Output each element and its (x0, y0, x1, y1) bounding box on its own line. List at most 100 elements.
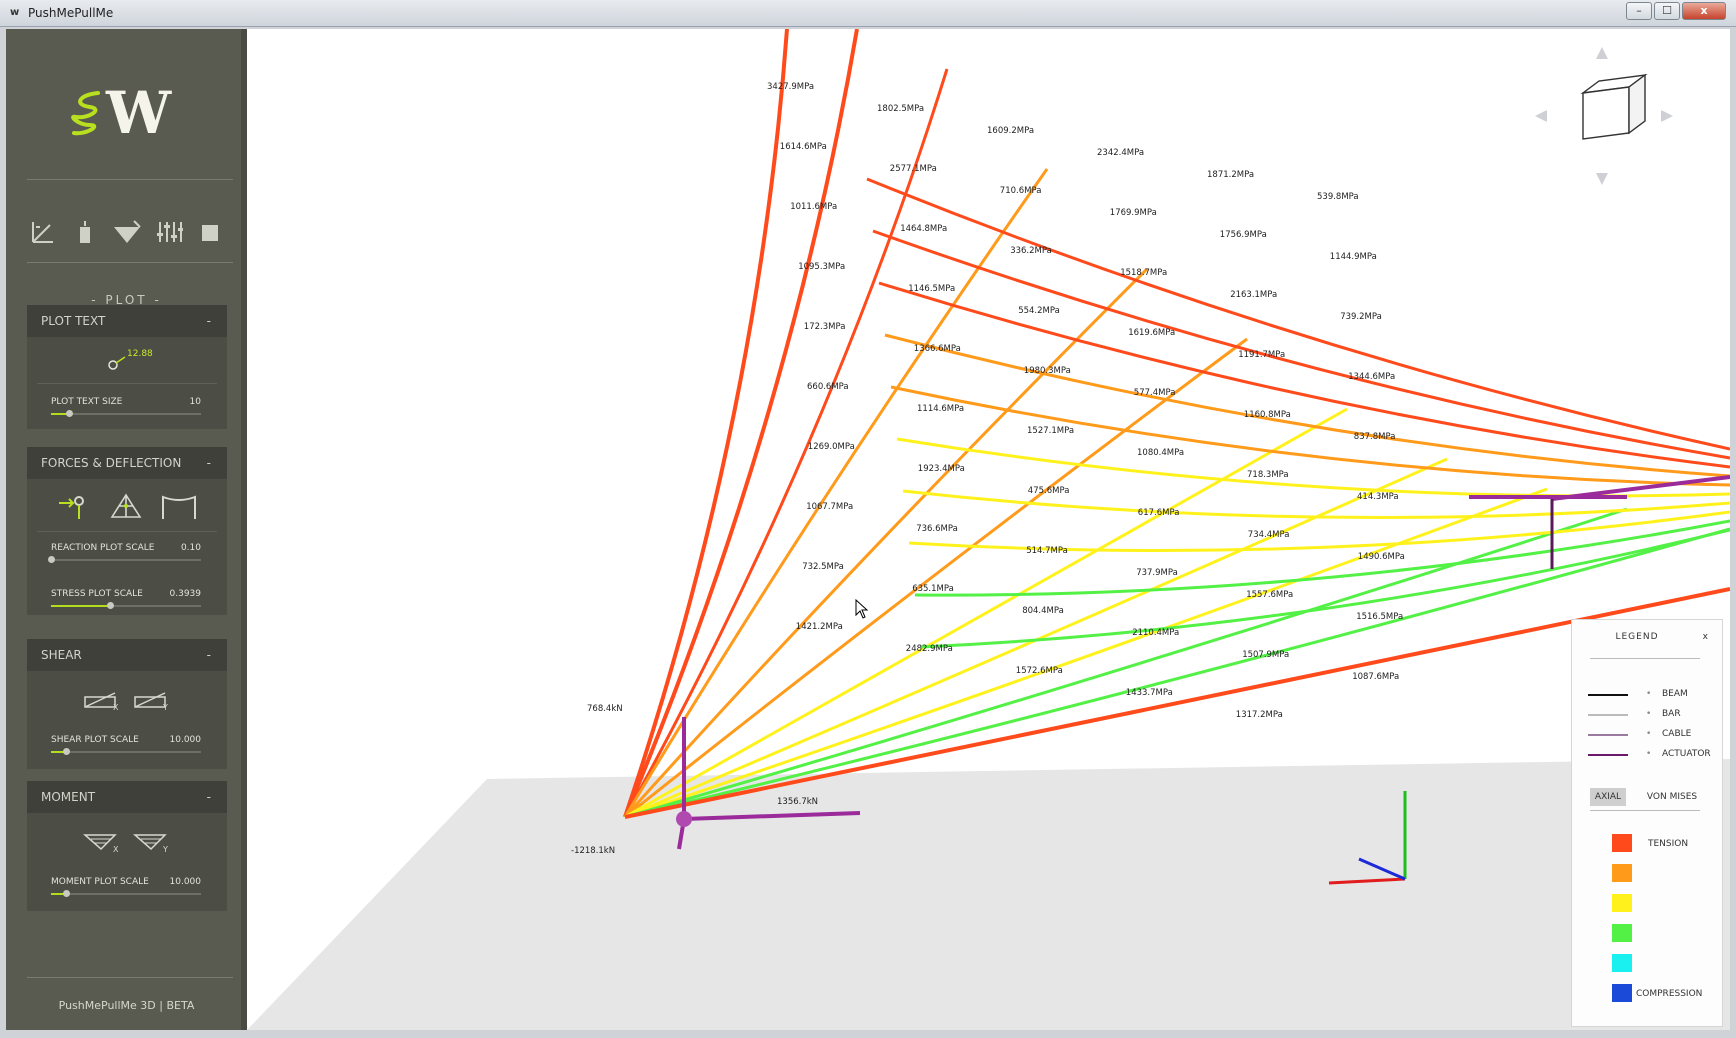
ground-plane (247, 759, 1730, 1030)
cable-member (623, 29, 789, 818)
nav-up-icon (1596, 47, 1608, 59)
stress-label: 172.3MPa (804, 322, 846, 332)
stress-label: 2110.4MPa (1132, 628, 1179, 638)
slider-knob[interactable] (48, 556, 55, 563)
stress-label: 1095.3MPa (798, 262, 845, 272)
stress-label: 1114.6MPa (917, 404, 964, 414)
legend-bullet: • (1646, 749, 1652, 759)
maximize-button[interactable]: ☐ (1654, 2, 1680, 20)
export-icon[interactable] (194, 219, 228, 253)
stress-label: 1490.6MPa (1358, 552, 1405, 562)
nav-right-icon (1661, 110, 1673, 122)
slider-label: PLOT TEXT SIZE (51, 397, 123, 407)
moment-y-icon[interactable]: Y (133, 831, 169, 859)
collapse-button[interactable]: - (207, 781, 211, 813)
stress-label: 635.1MPa (912, 584, 954, 594)
cable-member (624, 457, 1448, 819)
divider (37, 531, 217, 532)
shear-panel: SHEAR - X Y SHEAR PLOT SCALE 10.000 (27, 639, 227, 769)
minimize-button[interactable]: – (1626, 2, 1652, 20)
stress-label: 1080.4MPa (1137, 448, 1184, 458)
legend-bullet: • (1646, 729, 1652, 739)
slider-track[interactable] (51, 602, 201, 609)
stress-label: 514.7MPa (1026, 546, 1068, 556)
collapse-button[interactable]: - (207, 639, 211, 671)
stress-label: 1871.2MPa (1207, 170, 1254, 180)
reaction-icon[interactable] (57, 491, 91, 525)
stress-label: 3427.9MPa (767, 82, 814, 92)
legend-bullet: • (1646, 689, 1652, 699)
slider-knob[interactable] (63, 748, 70, 755)
slider-knob[interactable] (106, 602, 114, 609)
panel-title: PLOT TEXT (41, 314, 106, 328)
stress-label: 837.8MPa (1354, 432, 1396, 442)
forces-panel: FORCES & DEFLECTION - REACTION PLOT SCAL… (27, 447, 227, 615)
slider-knob[interactable] (66, 410, 73, 417)
structure-plot[interactable]: 3427.9MPa 1802.5MPa 1609.2MPa 2342.4MPa 1871… (247, 29, 1730, 1030)
tab-axial[interactable]: AXIAL (1590, 788, 1626, 806)
legend-label-cable: CABLE (1662, 729, 1692, 739)
axis-sub: Y (163, 845, 168, 854)
support-icon[interactable] (110, 219, 144, 253)
deflection-icon[interactable] (159, 491, 199, 525)
app-logo: W (68, 81, 188, 161)
stress-label: 739.2MPa (1340, 312, 1382, 322)
frame-icon[interactable] (26, 219, 60, 253)
collapse-button[interactable]: - (207, 447, 211, 479)
moment-x-icon[interactable]: X (83, 831, 119, 859)
legend-line-actuator (1588, 754, 1628, 756)
shear-x-icon[interactable]: X (83, 687, 119, 717)
stress-label: 1366.6MPa (914, 344, 961, 354)
slider-track[interactable] (51, 890, 201, 897)
toolbar (22, 219, 232, 255)
stress-label: 1619.6MPa (1128, 328, 1175, 338)
stress-label: 1923.4MPa (918, 464, 965, 474)
close-button[interactable]: x (1682, 2, 1726, 20)
shear-y-icon[interactable]: Y (133, 687, 169, 717)
stress-label: 1557.6MPa (1246, 590, 1293, 600)
slider-track[interactable] (51, 748, 201, 755)
app-icon: w (10, 7, 20, 18)
text-size-dial[interactable]: 12.88 (107, 349, 167, 373)
sliders-icon[interactable] (152, 219, 186, 253)
stress-label: 2342.4MPa (1097, 148, 1144, 158)
slider-label: STRESS PLOT SCALE (51, 589, 143, 599)
load-icon[interactable] (68, 219, 102, 253)
scale-swatch (1612, 954, 1632, 972)
stress-label: 660.6MPa (807, 382, 849, 392)
stress-label: 1356.7kN (777, 797, 818, 807)
plot-text-header[interactable]: PLOT TEXT - (27, 305, 227, 337)
stress-label: 1269.0MPa (808, 442, 855, 452)
stress-label: 577.4MPa (1134, 388, 1176, 398)
moment-header[interactable]: MOMENT - (27, 781, 227, 813)
stress-label: 1527.1MPa (1027, 426, 1074, 436)
divider (37, 383, 217, 384)
moment-panel: MOMENT - X Y MOMENT PLOT SCALE 10.000 (27, 781, 227, 911)
plot-text-panel: PLOT TEXT - 12.88 PLOT TEXT SIZE 10 (27, 305, 227, 429)
slider-knob[interactable] (63, 890, 70, 897)
stress-label: 2163.1MPa (1230, 290, 1277, 300)
slider-track[interactable] (48, 556, 201, 563)
truss-icon[interactable] (109, 491, 143, 525)
3d-viewport[interactable]: 3427.9MPa 1802.5MPa 1609.2MPa 2342.4MPa 1871… (247, 29, 1730, 1030)
scale-swatch (1612, 924, 1632, 942)
cable-member (624, 407, 1348, 819)
stress-label: 1614.6MPa (780, 142, 827, 152)
view-navigation-cube[interactable] (1527, 39, 1677, 189)
stress-label: 1421.2MPa (796, 622, 843, 632)
collapse-button[interactable]: - (207, 305, 211, 337)
shear-header[interactable]: SHEAR - (27, 639, 227, 671)
legend-close-button[interactable]: x (1703, 632, 1708, 642)
slider-track[interactable] (51, 410, 201, 417)
stress-label: 1146.5MPa (908, 284, 955, 294)
slider-value: 0.10 (180, 543, 201, 553)
tab-von-mises[interactable]: VON MISES (1642, 788, 1702, 806)
forces-header[interactable]: FORCES & DEFLECTION - (27, 447, 227, 479)
stress-label: 1144.9MPa (1330, 252, 1377, 262)
shear-icon-row: X Y (27, 687, 227, 717)
stress-label: 1572.6MPa (1016, 666, 1063, 676)
stress-label: 475.6MPa (1028, 486, 1070, 496)
stress-label: 1191.7MPa (1238, 350, 1285, 360)
window-title: PushMePullMe (28, 6, 114, 20)
stress-label: 1464.8MPa (900, 224, 947, 234)
